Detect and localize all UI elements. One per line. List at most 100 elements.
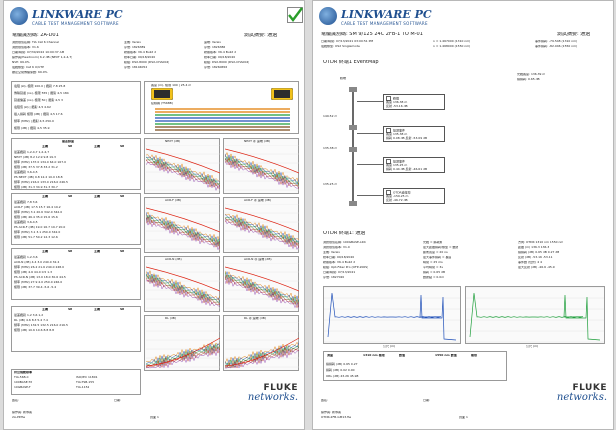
date-label: 日期: [114,399,122,402]
event-line: 損耗 0.08 dB 反射 -53.09 dB [386,136,428,141]
compliance-item: TIA-568-C [14,376,29,379]
summary-box: 電阻 (Ω), 極限 100.0 | 纜對 7.8 25.8 傳輸延遲 (ns),… [11,81,141,134]
trace-setting-line: 數據點 = 0.0m [423,276,445,279]
trace-result-line: 方向: OTDR 1310 nm 1550 nm [518,241,564,244]
event-card[interactable]: 接頭事件 長度 135.25 m 損耗 0.44 dB 反射 -46.61 dB [383,157,445,173]
table-row: 頻率 (MHz) 26.2 21.6 240.0 248.0 [14,265,65,269]
table-header-cell: SR [120,145,125,148]
fluke-networks-logo: FLUKE networks. [552,383,607,413]
graph-title: NEXT (dB) [165,140,181,143]
results-header-cell: 1550 nm 數值 [435,354,457,357]
compliance-item: 10GBASE-T [14,386,31,389]
summary-row: 電阻值 (Ω) | 纜對 4,5 4.62 [14,105,51,109]
trace-plot-1310 [324,286,460,343]
trace-info-line: 測試限值名稱: 100GBASE-LR4 [323,241,366,244]
table-row: 極限 (dB) 46.4 35.0 15.6 15.6 [14,215,58,219]
table-row: 最差纜對 7,8 3,6 [14,200,38,204]
test-summary: 測試摘要: 通過 [244,33,278,38]
globe-logo-icon [10,7,28,25]
trace-info-line: 軟體版本: V6.4 Build 2 [323,261,356,264]
table-header-cell: SR [120,195,125,198]
event-card[interactable]: 接頭事件 長度 135.38 m 損耗 0.08 dB 反射 -53.09 dB [383,126,445,142]
index-1550: n = 1.468000 (1550 nm) [433,45,471,48]
results-row: ORL (dB) 43.26 45.98 [326,374,359,378]
report-page-fiber: LINKWARE PC CABLE TEST MANAGEMENT SOFTWA… [312,0,614,430]
pass-check-icon [287,7,303,23]
graph-plot [146,204,220,251]
info-left-line: NVP: 69.0% [12,61,30,64]
info-main-line: 軟體版本: V6.4 Build 2 [124,51,157,54]
graph-title: ACR-N (dB) [165,258,182,261]
info-remote-line: 模組: DSX-8000 (DSX-CHA004) [204,61,250,64]
info-main-line: 序號: 1826389 [124,46,146,49]
table-row: 極限 (dB) 37.7 39.4 -5.6 -5.4 [14,285,57,289]
worst-margin-table: 主機 SR 主機 SR 最差纜對 7,8 3,6 ACR-F (dB) 17.5 15.7… [11,193,141,245]
page-number: 頁面 1 [459,416,468,419]
brand-networks: networks. [556,392,607,403]
test-graph: ACR-F @ 遠端 (dB) [223,197,299,253]
event-card[interactable]: OTDR連接埠 長度 -159.25 m 反射 -46.72 dB [383,188,445,204]
linkware-logo: LINKWARE PC CABLE TEST MANAGEMENT SOFTWA… [10,7,160,29]
cable-id: 電纜識別碼: 2A-D01 [12,33,59,38]
info-main-line: 校準日期: 09/18/2020 [124,56,156,59]
table-header-cell: 主機 [94,145,101,148]
loss-1310: 事件損耗: -79.548 (1310 nm) [535,40,578,43]
trace-info-line: 測試限值版本: V1.0 [323,246,350,249]
total-loss: 總損耗: 0.65 dB [517,78,540,81]
trace-setting-line: 脈衝寬度 = 20 ns [423,251,448,254]
info-main-line: 主機: Versiv [124,41,142,44]
event-connector [357,133,383,134]
summary-row: 電阻 (Ω), 極限 100.0 | 纜對 7.8 25.8 [14,84,66,88]
wiremap-label: 接線圖 (T568B) [151,102,173,105]
date-time: 日期/時間: 07/13/2021 03:00:51 PM [321,40,374,43]
map-dist-3: 135.25 m [323,183,338,186]
table-header-cell: 主機 [42,195,49,198]
event-line: 損耗 0.44 dB 反射 -46.61 dB [386,167,428,172]
summary-row: 傳輸延遲 (ns), 極限 555 | 纜對 4,5 184 [14,91,69,95]
test-graph: NEXT @ 遠端 (dB) [223,138,299,194]
table-row: 頻率 (MHz) 137.0 134.0 64.0 167.0 [14,160,66,164]
info-main-line: 序號: 18104052 [124,66,148,69]
table-row: 頻率 (MHz) 3.1 3.1 250.0 342.0 [14,230,61,234]
report-page-copper: LINKWARE PC CABLE TEST MANAGEMENT SOFTWA… [3,0,305,430]
table-header-cell: 主機 [94,250,101,253]
otdr-trace-1310 [323,286,461,344]
event-line: 反射 -53.16 dB [386,104,408,109]
table-header-cell: 主機 [42,250,49,253]
trace-result-line: 距離 (m) 136.3 136.3 [518,246,550,249]
worst-margin-table: 主機 SR 主機 SR 最差纜對 1,2-3,6 ACR-N (dB) 4.4 3.0 2… [11,248,141,300]
wiremap-graphic [155,108,290,131]
results-header-cell: 1310 nm 極限 [363,354,385,357]
graph-plot [225,322,299,369]
fluke-networks-logo: FLUKE networks. [243,383,298,413]
results-row: 總損耗 (dB) 0.65 0.27 [326,362,358,366]
table-row: ACR-N (dB) 4.4 3.0 240.0 32.4 [14,260,60,264]
trace-result-line: 最大反射 (dB) -46.6 -45.9 [518,266,555,269]
info-left-line: 測試限值版本: V1.6 [12,46,39,49]
table-row: 極限 (dB) 51.7 50.2 12.3 12.6 [14,235,58,239]
graph-plot [146,263,220,309]
info-remote-line: 軟體版本: V6.4 Build 2 [204,51,237,54]
trace-setting-line: 時間 = 25 ms [423,261,443,264]
info-remote-line: 校準日期: 09/18/2020 [204,56,236,59]
event-card[interactable]: 終端 長度 136.38 m 反射 -53.16 dB [383,94,445,110]
worst-margin-table: 主機 SR 主機 SR 最差纜對 1,2 3,6 1,2 RL (dB) 4.6 8.3 … [11,306,141,352]
info-left-line: 額定空間傳播係數: 69.0% [12,71,48,74]
trace-info-line: 主機: Versiv [323,251,341,254]
trace-setting-line: 損耗 = 0.65 dB [423,271,446,274]
axis-label-2: 公尺 (m) [526,345,539,348]
event-connector [357,101,383,102]
table-header-cell: SR [120,308,125,311]
table-row: 頻率 (MHz) 27.9 4.0 250.0 246.0 [14,280,63,284]
table-row: 最差纜對 1,2-4,7 1,2-4,7 [14,150,50,154]
trace-info-line: 日期/時間: 07/13/2021 [323,271,356,274]
info-left-line: 操作員(Headroom) 6.2 dB (NEXT 1,2-4,7) [12,56,73,59]
graph-title: NEXT @ 遠端 (dB) [244,140,271,143]
graph-title: RL (dB) [165,317,177,320]
tester-device-icon [151,88,173,100]
trace-plot-1550 [466,286,604,343]
logo-word: LINKWARE PC [32,8,123,21]
logo-word: LINKWARE PC [341,8,432,21]
compliance-item: TIA-1152 [76,386,90,389]
graph-plot [225,263,299,309]
